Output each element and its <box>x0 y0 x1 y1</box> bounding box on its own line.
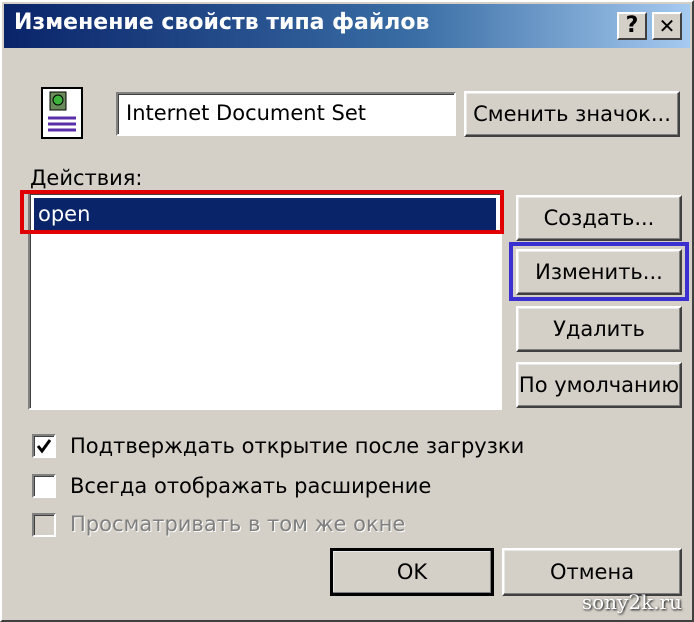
red-highlight-frame <box>20 190 504 234</box>
always-show-extension-checkbox[interactable] <box>32 474 56 498</box>
ok-button[interactable]: OK <box>330 548 494 596</box>
checkmark-icon <box>36 439 52 454</box>
watermark-text: sony2k.ru <box>581 590 682 614</box>
change-icon-button[interactable]: Сменить значок... <box>464 91 680 137</box>
close-button[interactable]: ✕ <box>652 12 682 40</box>
cancel-button[interactable]: Отмена <box>502 548 682 596</box>
file-type-name-input[interactable]: Internet Document Set <box>116 92 456 136</box>
help-button[interactable]: ? <box>617 12 647 40</box>
file-type-icon <box>38 84 86 140</box>
set-default-button[interactable]: По умолчанию <box>516 362 682 408</box>
delete-button[interactable]: Удалить <box>516 306 682 352</box>
browse-same-window-checkbox <box>32 513 56 537</box>
always-show-extension-label: Всегда отображать расширение <box>70 474 432 498</box>
browse-same-window-label: Просматривать в том же окне <box>70 512 406 536</box>
confirm-open-label: Подтверждать открытие после загрузки <box>70 434 525 458</box>
create-button[interactable]: Создать... <box>516 195 682 241</box>
actions-label: Действия: <box>30 166 143 190</box>
confirm-open-checkbox[interactable] <box>32 434 56 458</box>
file-type-dialog: Изменение свойств типа файлов ? ✕ Intern… <box>0 0 694 622</box>
dialog-title: Изменение свойств типа файлов <box>14 10 430 35</box>
title-bar[interactable]: Изменение свойств типа файлов ? ✕ <box>4 4 690 48</box>
file-type-name-value: Internet Document Set <box>126 101 367 125</box>
edit-button[interactable]: Изменить... <box>516 249 682 295</box>
